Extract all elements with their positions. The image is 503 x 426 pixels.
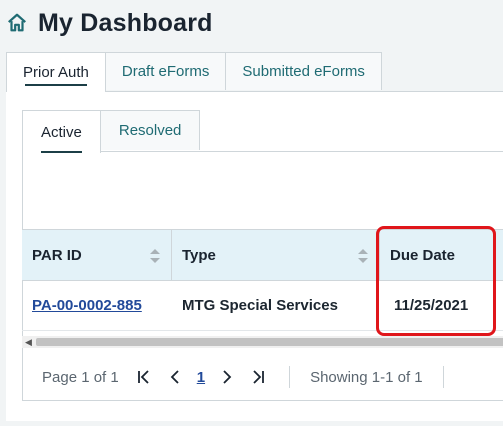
- column-header-type[interactable]: Type: [172, 230, 380, 280]
- scroll-left-icon[interactable]: ◀: [25, 338, 32, 347]
- tab-label: Active: [41, 123, 82, 141]
- chevron-right-icon: [223, 370, 232, 384]
- due-date-cell: 11/25/2021: [394, 297, 469, 314]
- home-icon[interactable]: [6, 12, 28, 34]
- inner-tab-bar: Active Resolved: [22, 110, 201, 153]
- tab-draft-eforms[interactable]: Draft eForms: [104, 52, 227, 90]
- tab-submitted-eforms[interactable]: Submitted eForms: [225, 52, 382, 90]
- page-1-button[interactable]: 1: [187, 369, 215, 386]
- tab-label: Prior Auth: [23, 64, 89, 81]
- chevron-left-icon: [170, 370, 179, 384]
- page-info: Page 1 of 1: [42, 368, 119, 386]
- page-title: My Dashboard: [38, 8, 213, 37]
- active-tab-underline: [25, 84, 87, 86]
- column-header-par-id[interactable]: PAR ID: [22, 230, 172, 280]
- column-label: Due Date: [390, 246, 456, 264]
- showing-count: Showing 1-1 of 1: [310, 368, 423, 386]
- tab-resolved[interactable]: Resolved: [99, 110, 201, 150]
- divider: [442, 366, 444, 388]
- column-label: Type: [182, 246, 216, 264]
- pagination: Page 1 of 1 1 Showing 1-1 of 1: [22, 358, 503, 396]
- table-header: PAR ID Type Due Date: [22, 229, 503, 281]
- horizontal-scrollbar[interactable]: ◀: [22, 336, 503, 348]
- tab-active[interactable]: Active: [22, 110, 101, 153]
- prev-page-button[interactable]: [165, 369, 187, 385]
- first-page-icon: [137, 370, 149, 384]
- page-header: My Dashboard: [6, 6, 213, 40]
- tab-label: Draft eForms: [121, 63, 210, 80]
- last-page-button[interactable]: [247, 369, 269, 385]
- tab-prior-auth[interactable]: Prior Auth: [6, 52, 106, 92]
- column-header-due-date[interactable]: Due Date: [380, 230, 503, 280]
- scrollbar-thumb[interactable]: [36, 338, 503, 346]
- par-id-link[interactable]: PA-00-0002-885: [22, 297, 172, 314]
- type-cell: MTG Special Services: [182, 297, 338, 314]
- active-tab-underline: [41, 151, 82, 153]
- last-page-icon: [253, 370, 264, 384]
- column-label: PAR ID: [32, 246, 82, 264]
- tab-label: Submitted eForms: [242, 63, 365, 80]
- first-page-button[interactable]: [133, 369, 155, 385]
- table-row: PA-00-0002-885 MTG Special Services 11/2…: [22, 281, 503, 331]
- sort-icon[interactable]: [357, 247, 369, 265]
- next-page-button[interactable]: [215, 369, 237, 385]
- outer-tab-bar: Prior Auth Draft eForms Submitted eForms: [6, 52, 382, 92]
- sort-icon[interactable]: [149, 247, 161, 265]
- tab-label: Resolved: [118, 122, 182, 139]
- divider: [289, 366, 291, 388]
